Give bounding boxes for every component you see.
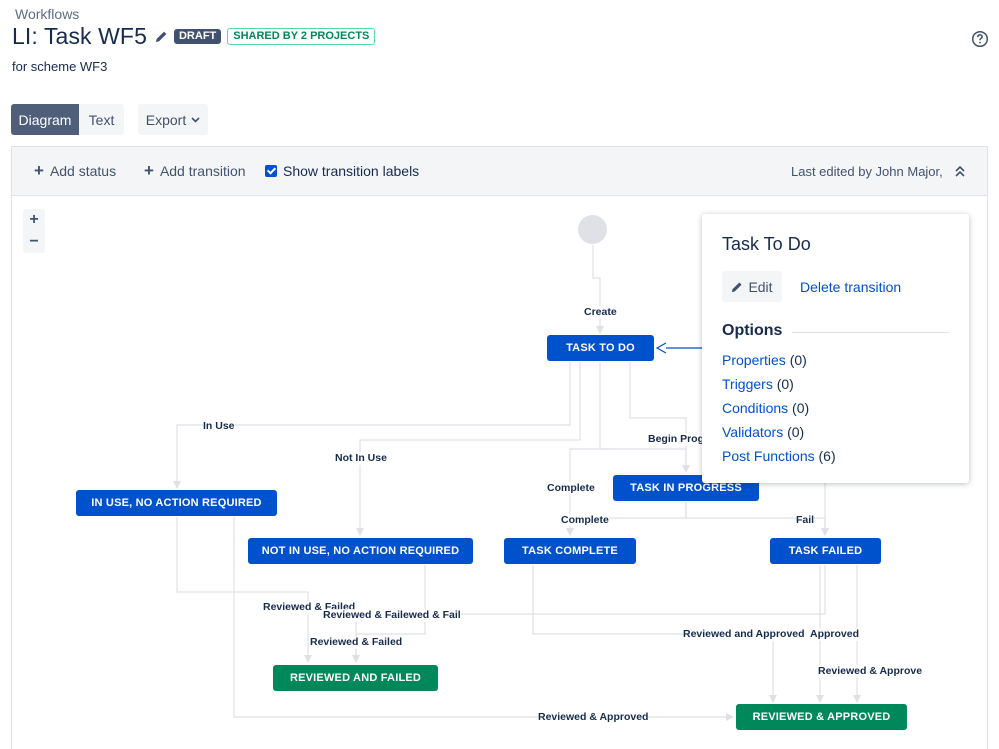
- transition-label-not-in-use[interactable]: Not In Use: [335, 452, 387, 465]
- option-triggers: Triggers (0): [722, 375, 836, 399]
- option-count: (0): [792, 400, 810, 416]
- transition-label-fail[interactable]: Fail: [796, 514, 815, 527]
- option-link[interactable]: Properties: [722, 352, 786, 368]
- option-conditions: Conditions (0): [722, 399, 836, 423]
- status-task-failed[interactable]: TASK FAILED: [770, 538, 881, 564]
- option-link[interactable]: Triggers: [722, 376, 773, 392]
- option-count: (0): [787, 424, 805, 440]
- option-post-functions: Post Functions (6): [722, 447, 836, 471]
- transition-label-reviewed-approved[interactable]: Reviewed and Approved: [683, 628, 805, 641]
- option-count: (0): [776, 376, 794, 392]
- status-task-to-do[interactable]: TASK TO DO: [547, 335, 654, 361]
- start-node[interactable]: [578, 215, 607, 244]
- edit-label: Edit: [748, 278, 773, 295]
- option-properties: Properties (0): [722, 351, 836, 375]
- transition-label-create[interactable]: Create: [584, 306, 617, 319]
- option-validators: Validators (0): [722, 423, 836, 447]
- transition-label-reviewed-failed[interactable]: Reviewed & Failewed & Fail: [323, 609, 461, 622]
- transition-label-reviewed-failed[interactable]: Reviewed & Failed: [310, 636, 403, 649]
- delete-transition-link[interactable]: Delete transition: [800, 279, 901, 295]
- option-count: (0): [789, 352, 807, 368]
- transition-label-reviewed-approved[interactable]: Reviewed & Approved: [538, 711, 649, 724]
- transition-label-complete[interactable]: Complete: [561, 514, 609, 527]
- status-not-in-use[interactable]: NOT IN USE, NO ACTION REQUIRED: [248, 538, 473, 564]
- transition-panel: Task To Do Edit Delete transition Option…: [702, 214, 969, 483]
- status-task-complete[interactable]: TASK COMPLETE: [504, 538, 636, 564]
- option-link[interactable]: Validators: [722, 424, 783, 440]
- pencil-icon: [732, 281, 742, 292]
- options-list: Properties (0) Triggers (0) Conditions (…: [722, 351, 836, 471]
- transition-label-complete[interactable]: Complete: [547, 482, 595, 495]
- options-heading: Options: [722, 322, 783, 339]
- status-in-use[interactable]: IN USE, NO ACTION REQUIRED: [76, 490, 277, 516]
- panel-title: Task To Do: [722, 234, 811, 254]
- edit-button[interactable]: Edit: [722, 271, 782, 302]
- transition-label-begin-progress[interactable]: Begin Prog: [648, 433, 705, 446]
- option-link[interactable]: Post Functions: [722, 448, 815, 464]
- status-reviewed-and-approved[interactable]: REVIEWED & APPROVED: [736, 704, 907, 730]
- option-link[interactable]: Conditions: [722, 400, 788, 416]
- option-count: (6): [818, 448, 836, 464]
- status-reviewed-and-failed[interactable]: REVIEWED AND FAILED: [273, 665, 438, 691]
- transition-label-approved[interactable]: Approved: [810, 628, 860, 641]
- transition-label-reviewed-approve[interactable]: Reviewed & Approve: [818, 665, 923, 678]
- transition-label-in-use[interactable]: In Use: [203, 420, 235, 433]
- options-divider: [792, 332, 949, 333]
